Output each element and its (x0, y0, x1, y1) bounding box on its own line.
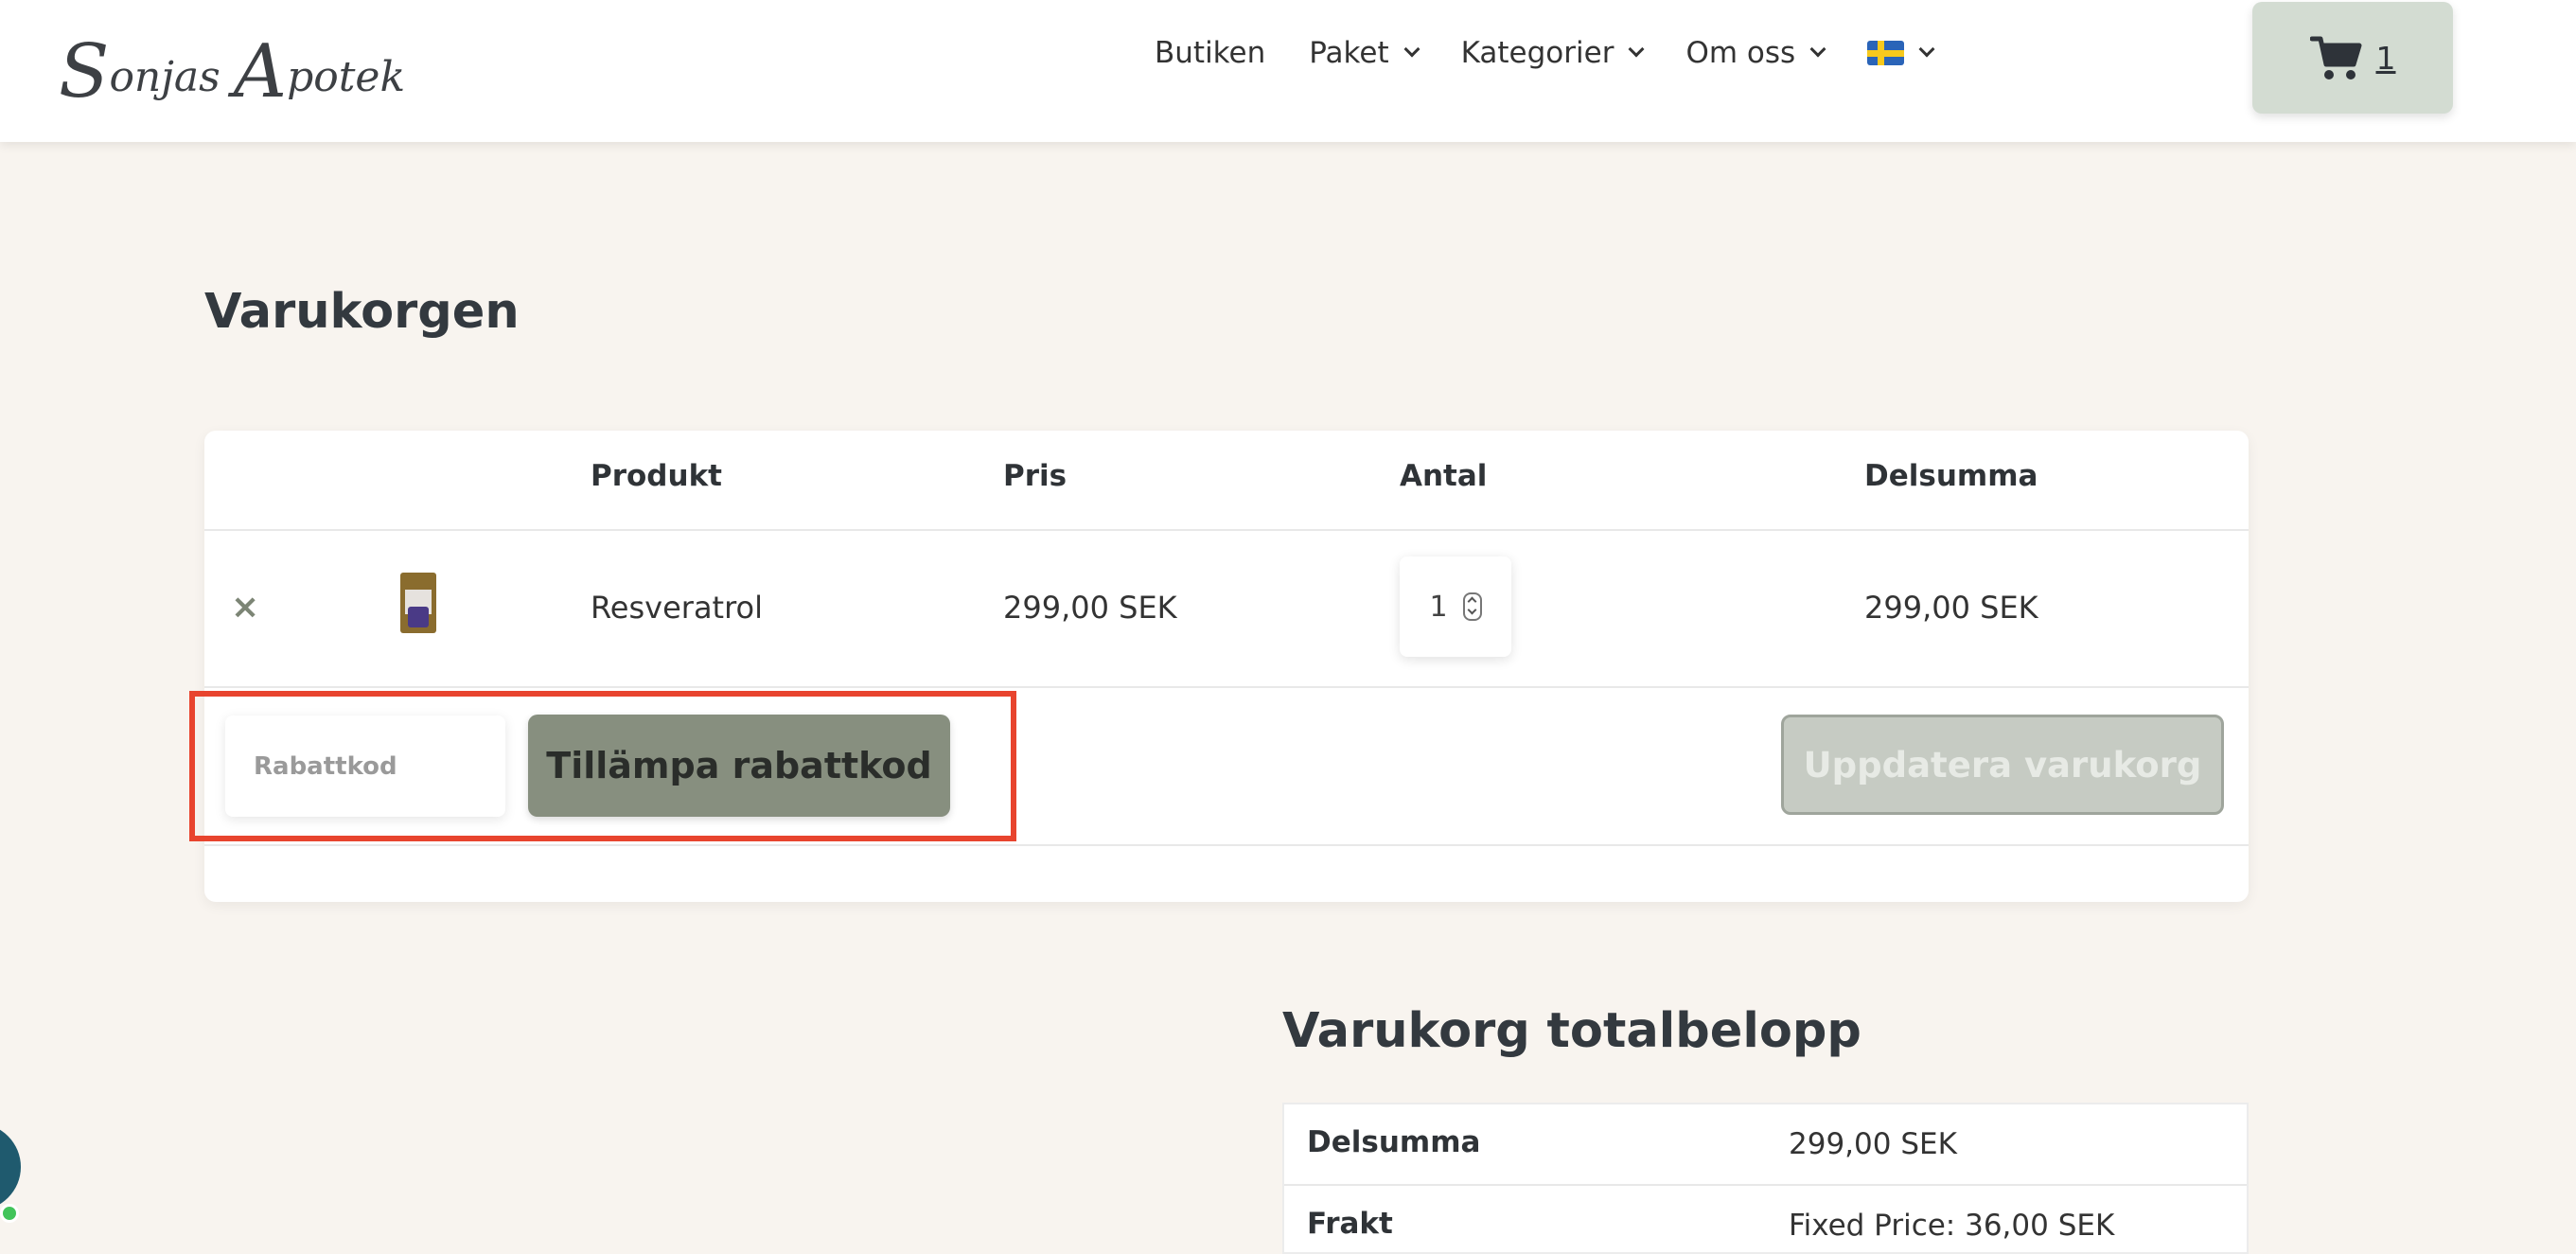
divider (204, 686, 2249, 688)
product-price: 299,00 SEK (1003, 590, 1177, 626)
logo-initial-a: A (233, 29, 288, 115)
divider (204, 529, 2249, 531)
cart-totals-table: Delsumma 299,00 SEK Frakt Fixed Price: 3… (1282, 1103, 2249, 1254)
update-cart-button[interactable]: Uppdatera varukorg (1781, 715, 2224, 815)
site-logo[interactable]: Sonjas Apotek (59, 13, 405, 132)
column-header-product: Produkt (591, 459, 723, 493)
product-subtotal: 299,00 SEK (1864, 590, 2038, 626)
divider (1284, 1184, 2247, 1186)
nav-item-paket[interactable]: Paket (1309, 36, 1420, 70)
column-header-price: Pris (1003, 459, 1067, 493)
sweden-flag-icon (1867, 41, 1905, 65)
totals-value-shipping: Fixed Price: 36,00 SEK (1789, 1209, 2115, 1243)
language-switcher[interactable] (1867, 41, 1935, 65)
chat-widget-button[interactable] (0, 1123, 21, 1210)
chevron-down-icon (1918, 41, 1935, 58)
chevron-down-icon (1809, 41, 1826, 58)
nav-label: Butiken (1155, 36, 1266, 70)
page-title: Varukorgen (204, 284, 520, 340)
nav-item-om-oss[interactable]: Om oss (1685, 36, 1826, 70)
chevron-down-icon (1628, 41, 1645, 58)
cart-item-count: 1 (2375, 39, 2396, 77)
logo-word-sonjas: onjas (109, 53, 234, 101)
main-nav: Butiken Paket Kategorier Om oss (1155, 32, 1976, 74)
nav-item-kategorier[interactable]: Kategorier (1460, 36, 1645, 70)
quantity-value: 1 (1429, 590, 1448, 624)
logo-initial-s: S (59, 29, 110, 115)
nav-label: Paket (1309, 36, 1389, 70)
totals-label-subtotal: Delsumma (1307, 1125, 1481, 1159)
chevron-down-icon (1403, 41, 1420, 58)
totals-label-shipping: Frakt (1307, 1207, 1393, 1241)
header-cart-button[interactable]: 1 (2252, 2, 2453, 114)
cart-totals-title: Varukorg totalbelopp (1282, 1003, 1861, 1059)
column-header-quantity: Antal (1400, 459, 1488, 493)
site-header: Sonjas Apotek Butiken Paket Kategorier O… (0, 0, 2576, 142)
nav-item-butiken[interactable]: Butiken (1155, 36, 1265, 70)
product-name-link[interactable]: Resveratrol (591, 590, 763, 626)
remove-item-button[interactable]: × (231, 588, 259, 627)
nav-label: Kategorier (1460, 36, 1614, 70)
shopping-cart-icon (2309, 36, 2361, 79)
quantity-input[interactable]: 1 (1400, 556, 1511, 657)
product-thumbnail[interactable] (400, 573, 436, 633)
nav-label: Om oss (1685, 36, 1796, 70)
logo-word-apotek: potek (287, 53, 406, 101)
quantity-spinner-icon[interactable] (1462, 592, 1482, 621)
divider (204, 844, 2249, 846)
online-status-icon (0, 1204, 19, 1223)
totals-value-subtotal: 299,00 SEK (1789, 1127, 1957, 1161)
column-header-subtotal: Delsumma (1864, 459, 2038, 493)
coupon-highlight-box (189, 691, 1016, 841)
